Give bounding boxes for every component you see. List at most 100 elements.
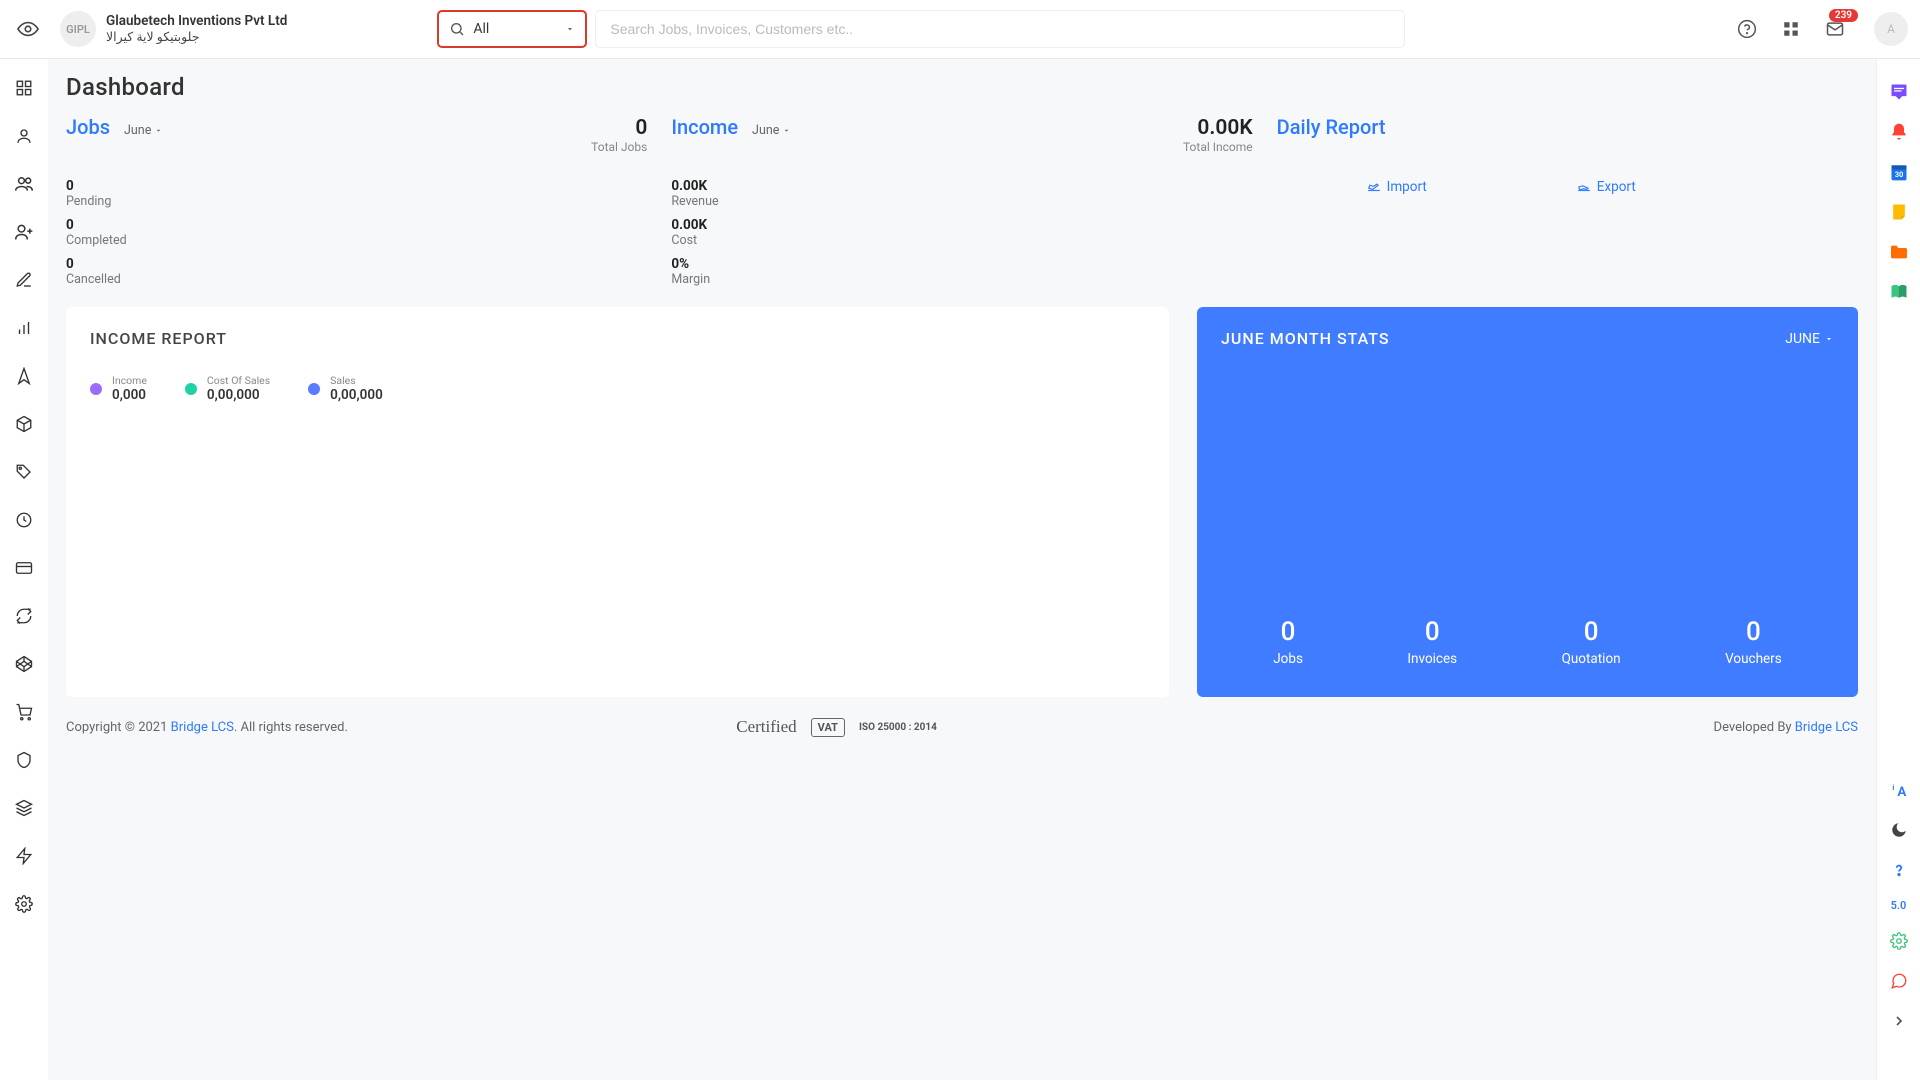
sidebar-edit[interactable] (13, 269, 35, 291)
search-scope-dropdown[interactable]: All (437, 10, 587, 48)
footer-copyright-post: . All rights reserved. (234, 720, 348, 735)
income-revenue-label: Revenue (671, 194, 1252, 209)
package-icon (15, 415, 33, 433)
jobs-pending-value: 0 (66, 178, 647, 194)
iso-badge: ISO 25000 : 2014 (859, 722, 937, 733)
dot-icon (308, 383, 320, 395)
income-total-value: 0.00K (1183, 116, 1253, 140)
chat-icon (1889, 82, 1909, 102)
sidebar-zap[interactable] (13, 845, 35, 867)
codepen-icon (15, 655, 33, 673)
sidebar-analytics[interactable] (13, 317, 35, 339)
month-stats-card: JUNE MONTH STATS JUNE 0Jobs 0Invoices 0Q… (1197, 307, 1858, 697)
jobs-completed-label: Completed (66, 233, 647, 248)
font-size-icon: iA (1889, 780, 1909, 800)
jobs-cancelled-value: 0 (66, 256, 647, 272)
sidebar-users[interactable] (13, 173, 35, 195)
sidebar-tag[interactable] (13, 461, 35, 483)
dot-icon (90, 383, 102, 395)
footer: Copyright © 2021 Bridge LCS. All rights … (66, 717, 1858, 767)
plane-landing-icon (1367, 180, 1381, 194)
legend-sales: Sales0,00,000 (308, 374, 383, 403)
sidebar-shield[interactable] (13, 749, 35, 771)
sidebar-dashboard[interactable] (13, 77, 35, 99)
income-cost-value: 0.00K (671, 217, 1252, 233)
sidebar-cart[interactable] (13, 701, 35, 723)
daily-report-summary: Daily Report Import Export (1277, 115, 1858, 287)
income-total-label: Total Income (1183, 140, 1253, 154)
chevron-right-icon (1891, 1013, 1907, 1029)
export-link[interactable]: Export (1577, 179, 1636, 195)
rail-help[interactable] (1888, 859, 1910, 881)
dot-icon (185, 383, 197, 395)
footer-dev-link[interactable]: Bridge LCS (1795, 720, 1858, 735)
month-quotation-label: Quotation (1562, 651, 1621, 667)
income-cost-label: Cost (671, 233, 1252, 248)
chevron-down-icon (1824, 334, 1834, 344)
jobs-link[interactable]: Jobs (66, 115, 110, 139)
month-invoices-label: Invoices (1407, 651, 1457, 667)
rail-book[interactable] (1888, 281, 1910, 303)
user-avatar[interactable]: A (1874, 12, 1908, 46)
company-selector[interactable]: GIPL Glaubetech Inventions Pvt Ltd جلوبت… (60, 11, 287, 47)
sidebar-layers[interactable] (13, 797, 35, 819)
mail-button[interactable]: 239 (1824, 18, 1846, 40)
month-jobs-value: 0 (1273, 617, 1303, 647)
income-report-card: INCOME REPORT Income0,000 Cost Of Sales0… (66, 307, 1169, 697)
rail-font[interactable]: iA (1888, 779, 1910, 801)
rail-keep[interactable] (1888, 201, 1910, 223)
bar-chart-icon (15, 319, 33, 337)
calendar-icon: 30 (1889, 162, 1909, 182)
jobs-total-label: Total Jobs (591, 140, 647, 154)
sidebar-left (0, 59, 48, 1080)
search-input[interactable] (595, 10, 1405, 48)
main-content: Dashboard Jobs June 0 Total Jobs 0Pendin… (48, 59, 1876, 1080)
rail-folder[interactable] (1888, 241, 1910, 263)
apps-button[interactable] (1780, 18, 1802, 40)
vat-badge: VAT (811, 718, 845, 737)
sidebar-sync[interactable] (13, 605, 35, 627)
legend-cost-of-sales: Cost Of Sales0,00,000 (185, 374, 270, 403)
sidebar-navigation[interactable] (13, 365, 35, 387)
dashboard-icon (15, 79, 33, 97)
rail-calendar[interactable]: 30 (1888, 161, 1910, 183)
sidebar-codepen[interactable] (13, 653, 35, 675)
app-header: GIPL Glaubetech Inventions Pvt Ltd جلوبت… (0, 0, 1920, 59)
chevron-down-icon (154, 126, 163, 135)
jobs-month-dropdown[interactable]: June (124, 123, 163, 138)
company-avatar: GIPL (60, 11, 96, 47)
income-summary: Income June 0.00K Total Income 0.00K Reve… (671, 115, 1252, 287)
income-report-title: INCOME REPORT (90, 329, 1145, 348)
month-stats-dropdown[interactable]: JUNE (1785, 331, 1834, 347)
mail-badge: 239 (1829, 9, 1858, 22)
help-button[interactable] (1736, 18, 1758, 40)
daily-report-link[interactable]: Daily Report (1277, 115, 1386, 139)
sidebar-settings[interactable] (13, 893, 35, 915)
rail-settings[interactable] (1888, 930, 1910, 952)
sidebar-user-add[interactable] (13, 221, 35, 243)
chevron-down-icon (565, 24, 575, 34)
svg-text:i: i (1892, 783, 1894, 792)
rail-chat[interactable] (1888, 81, 1910, 103)
import-link[interactable]: Import (1367, 179, 1427, 195)
rail-expand[interactable] (1888, 1010, 1910, 1032)
rail-feedback[interactable] (1888, 970, 1910, 992)
sidebar-card[interactable] (13, 557, 35, 579)
sidebar-right: 30 iA 5.0 (1876, 59, 1920, 1080)
svg-text:30: 30 (1894, 170, 1903, 179)
sidebar-user[interactable] (13, 125, 35, 147)
income-link[interactable]: Income (671, 115, 738, 139)
gear-icon (1890, 932, 1908, 950)
credit-card-icon (15, 559, 33, 577)
help-circle-icon (1737, 19, 1757, 39)
income-month-dropdown[interactable]: June (752, 123, 791, 138)
sidebar-time[interactable] (13, 509, 35, 531)
footer-copyright-pre: Copyright © 2021 (66, 720, 171, 735)
rail-bell[interactable] (1888, 121, 1910, 143)
settings-icon (15, 895, 33, 913)
footer-brand-link[interactable]: Bridge LCS (171, 720, 234, 735)
rail-dark-mode[interactable] (1888, 819, 1910, 841)
clock-icon (15, 511, 33, 529)
visibility-toggle[interactable] (8, 18, 48, 40)
sidebar-package[interactable] (13, 413, 35, 435)
